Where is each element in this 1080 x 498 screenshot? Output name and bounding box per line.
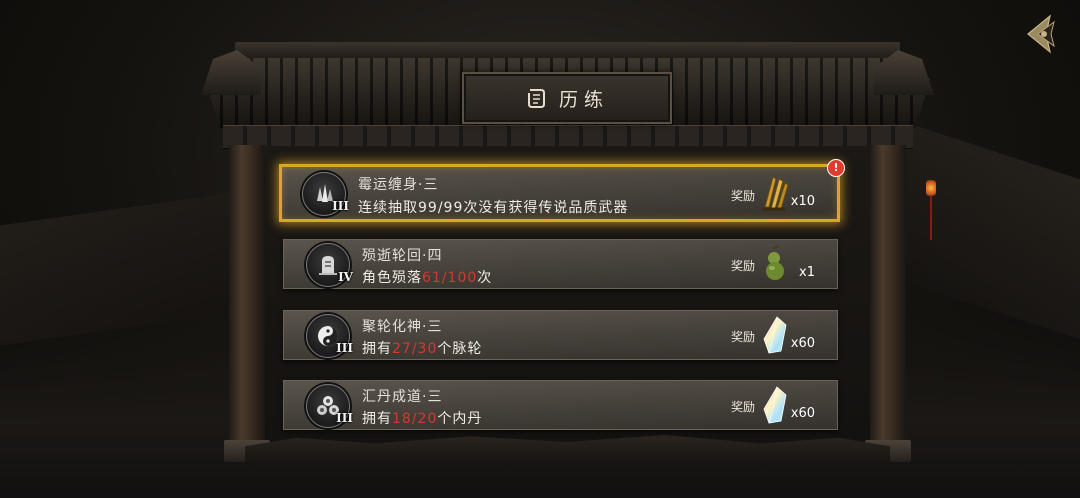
quest-description-text: 角色殒落 (362, 270, 422, 286)
quest-description-text: 连续抽取99/99次没有获得传说品质武器 (358, 200, 629, 216)
quest-card[interactable]: III 汇丹成道·三 拥有18/20个内丹 奖励 x60 (283, 380, 838, 430)
quest-rank: III (332, 199, 349, 213)
quest-progress: 27/30 (392, 341, 438, 357)
page-title: 历练 (558, 88, 609, 111)
reward-count: x1 (799, 265, 815, 280)
title-plaque: 历练 (462, 72, 672, 124)
lantern-tassel (930, 196, 932, 240)
quest-description-suffix: 个内丹 (437, 411, 483, 427)
quest-description: 角色殒落61/100次 (362, 267, 492, 287)
quest-description-text: 拥有 (362, 341, 392, 357)
quest-rank-badge: IV (306, 243, 353, 287)
back-arrow-icon (1027, 14, 1055, 54)
quest-card[interactable]: III 霉运缠身·三 连续抽取99/99次没有获得传说品质武器 奖励 x10 ! (279, 159, 845, 222)
iridescent-crystal-icon (763, 386, 787, 424)
quest-progress: 18/20 (392, 411, 438, 427)
quest-description-suffix: 次 (477, 270, 493, 286)
quest-rank: III (336, 411, 353, 425)
reward-label: 奖励 (730, 400, 755, 414)
green-gourd-icon (766, 245, 784, 280)
quest-rank-badge: III (306, 384, 353, 428)
quest-description-text: 拥有 (362, 411, 392, 427)
reward-count: x10 (790, 194, 815, 209)
reward-count: x60 (790, 336, 815, 351)
quest-title: 殒逝轮回·四 (362, 248, 443, 264)
quest-rank-badge: III (302, 172, 349, 216)
quest-rank-badge: III (306, 314, 353, 358)
roof-ridge (235, 42, 900, 60)
quest-title: 汇丹成道·三 (362, 389, 443, 405)
quest-rank: IV (338, 270, 353, 284)
quest-card[interactable]: III 聚轮化神·三 拥有27/30个脉轮 奖励 x60 (283, 310, 838, 360)
iridescent-crystal-icon (763, 316, 787, 354)
reward-count: x60 (790, 406, 815, 421)
back-button[interactable] (1020, 12, 1064, 56)
alert-badge: ! (827, 159, 845, 177)
pillar-right (870, 145, 906, 445)
quest-description: 拥有18/20个内丹 (362, 408, 482, 428)
scroll-icon (527, 89, 545, 108)
quest-progress: 61/100 (422, 270, 478, 286)
quest-title: 聚轮化神·三 (362, 319, 443, 335)
reward-label: 奖励 (730, 189, 755, 203)
quest-description: 连续抽取99/99次没有获得传说品质武器 (358, 197, 628, 217)
quest-description: 拥有27/30个脉轮 (362, 338, 482, 358)
quest-card[interactable]: IV 殒逝轮回·四 角色殒落61/100次 奖励 x1 (283, 239, 838, 289)
reward-label: 奖励 (730, 330, 755, 344)
golden-feather-icon (763, 176, 789, 211)
quest-rank: III (336, 341, 353, 355)
quest-title: 霉运缠身·三 (358, 177, 439, 193)
reward-label: 奖励 (730, 259, 755, 273)
lantern-icon (926, 180, 936, 196)
pillar-left (229, 145, 265, 445)
quest-description-suffix: 个脉轮 (437, 341, 483, 357)
